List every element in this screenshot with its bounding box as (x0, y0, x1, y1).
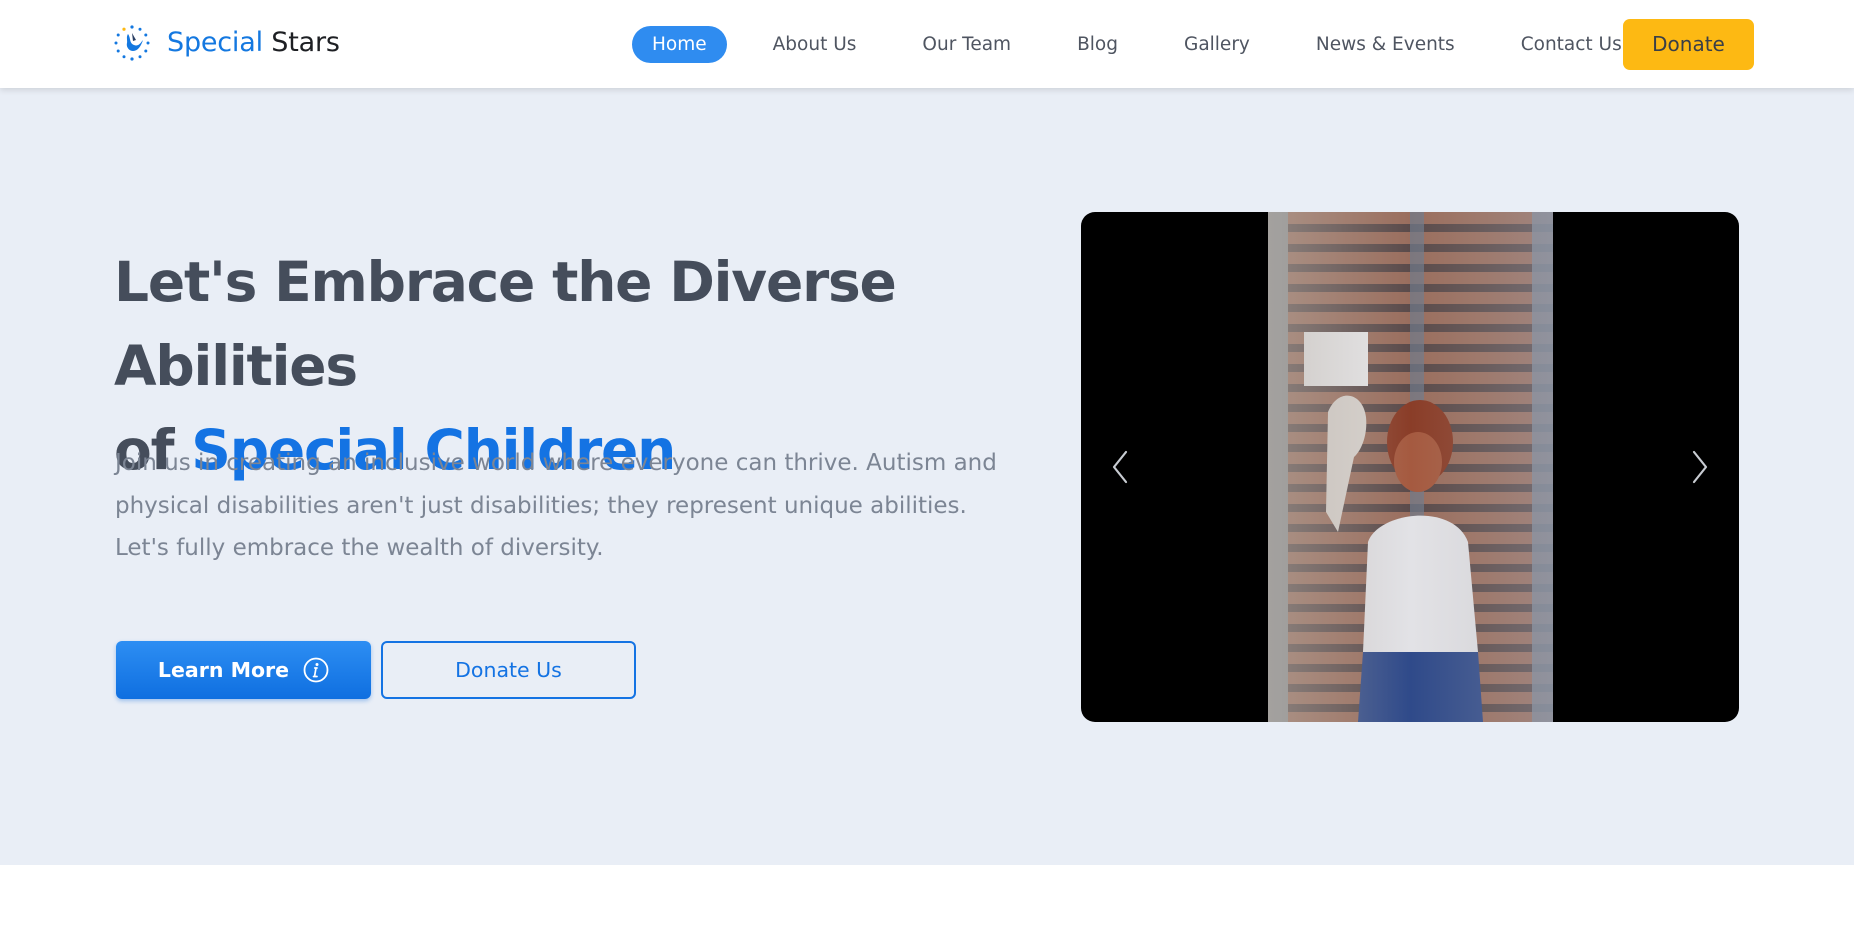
hero-title-line1: Let's Embrace the Diverse Abilities (114, 250, 897, 398)
info-icon (303, 657, 329, 683)
hero-subtitle: Join us in creating an inclusive world w… (115, 450, 997, 561)
learn-more-button[interactable]: Learn More (116, 641, 371, 699)
learn-more-label: Learn More (157, 658, 290, 682)
nav-item-home[interactable]: Home (632, 26, 727, 63)
site-name-part1: Special (167, 27, 263, 58)
nav-item-contact-us[interactable]: Contact Us (1501, 26, 1642, 63)
slider-next-button[interactable] (1684, 447, 1714, 487)
main-nav: Home About Us Our Team Blog Gallery News… (632, 26, 1642, 63)
chevron-right-icon (1692, 450, 1708, 484)
nav-item-gallery[interactable]: Gallery (1164, 26, 1270, 63)
nav-item-our-team[interactable]: Our Team (902, 26, 1031, 63)
nav-item-blog[interactable]: Blog (1057, 26, 1138, 63)
site-logo[interactable]: Special Stars (113, 24, 340, 62)
site-name-part2: Stars (271, 27, 340, 58)
slider-prev-button[interactable] (1106, 447, 1136, 487)
hero-section: Let's Embrace the Diverse Abilities of S… (0, 88, 1854, 865)
site-name: Special Stars (167, 24, 340, 62)
next-section (0, 865, 1854, 944)
site-header: Special Stars Home About Us Our Team Blo… (0, 0, 1854, 88)
donate-us-button[interactable]: Donate Us (381, 641, 636, 699)
nav-item-about-us[interactable]: About Us (753, 26, 877, 63)
bird-star-logo-icon (114, 25, 150, 61)
header-donate-button[interactable]: Donate (1623, 19, 1754, 70)
slide-photo (1268, 212, 1553, 722)
image-slider[interactable] (1081, 212, 1739, 722)
chevron-left-icon (1112, 450, 1128, 484)
nav-item-news-events[interactable]: News & Events (1296, 26, 1475, 63)
